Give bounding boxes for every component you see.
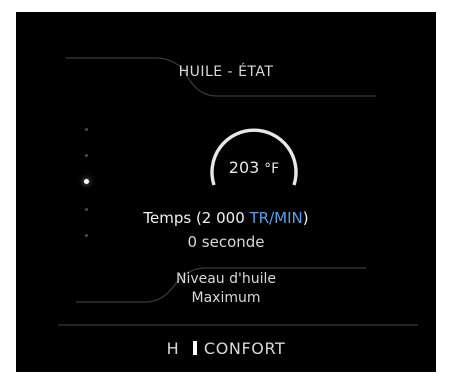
- page-dot: [85, 128, 88, 131]
- rpm-unit: TR/MIN: [249, 209, 303, 227]
- page-dot-active: [84, 179, 89, 184]
- temperature-gauge: [210, 111, 298, 186]
- vehicle-display: HUILE - ÉTAT 203 °F Temps (2 000 TR/MIN)…: [16, 12, 436, 372]
- gear-indicator: H: [166, 339, 180, 358]
- time-label-prefix: Temps (2 000: [143, 209, 250, 227]
- drive-mode-bar: H CONFORT: [16, 339, 436, 358]
- temperature-unit: °F: [264, 161, 280, 177]
- temperature-value: 203: [228, 158, 260, 177]
- oil-status-title: HUILE - ÉTAT: [178, 64, 274, 80]
- time-label-suffix: ): [302, 209, 309, 227]
- time-label: Temps (2 000 TR/MIN): [16, 209, 436, 227]
- separator-bar: [192, 341, 197, 355]
- gauge-readout: 203 °F: [202, 158, 306, 177]
- page-dot: [85, 154, 88, 157]
- oil-level-value: Maximum: [191, 290, 261, 306]
- time-value: 0 seconde: [187, 233, 265, 251]
- oil-level-label: Niveau d'huile: [175, 271, 277, 287]
- drive-mode-label: CONFORT: [203, 339, 286, 358]
